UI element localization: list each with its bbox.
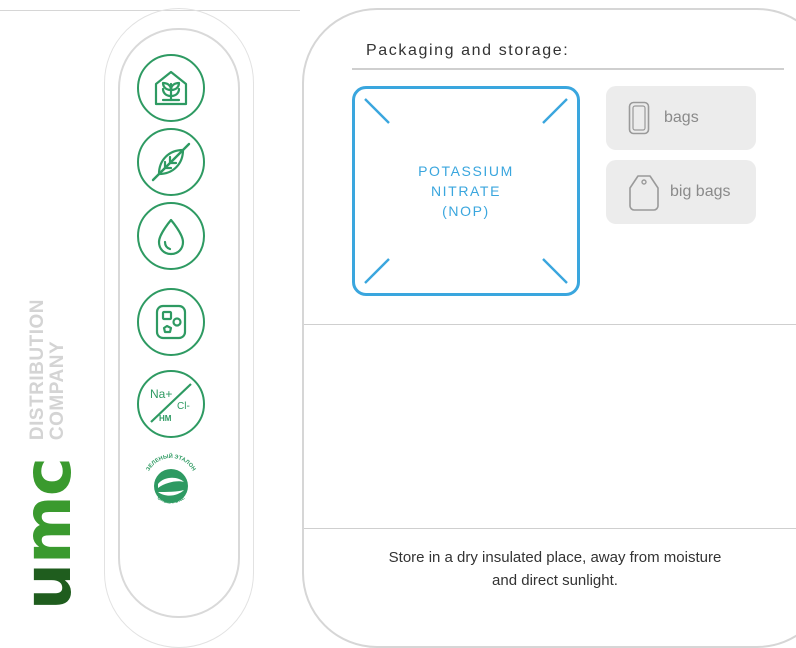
corner-arrow-icon	[542, 98, 568, 124]
bags-option-button[interactable]: bags	[606, 86, 756, 150]
big-bags-label: big bags	[670, 183, 731, 200]
greenhouse-plant-icon	[137, 54, 205, 122]
brand-line-company: COMPANY	[47, 340, 68, 441]
nacl-hm-label: HM	[159, 414, 172, 423]
bottom-divider	[304, 528, 796, 529]
storage-note-line: Store in a dry insulated place, away fro…	[388, 549, 722, 566]
product-name: POTASSIUM NITRATE (NOP)	[355, 161, 577, 221]
product-name-line: NITRATE	[430, 183, 502, 199]
nacl-cl-label: Cl-	[177, 401, 190, 412]
product-card[interactable]: POTASSIUM NITRATE (NOP)	[352, 86, 580, 296]
brand-logo-mc: mc	[9, 458, 86, 564]
storage-note: Store in a dry insulated place, away fro…	[330, 546, 780, 592]
title-divider	[352, 68, 784, 70]
nacl-na-label: Na+	[150, 387, 172, 401]
brand-block: u mc DISTRIBUTION COMPANY	[8, 270, 108, 610]
product-name-line: (NOP)	[442, 203, 490, 219]
green-standard-icon: ЗЕЛЕНЫЙ ЭТАЛОН GREEN ONE	[136, 448, 206, 518]
corner-arrow-icon	[542, 258, 568, 284]
brand-line-distribution: DISTRIBUTION	[27, 298, 48, 441]
big-bags-option-button[interactable]: big bags	[606, 160, 756, 224]
big-bag-icon	[629, 175, 659, 211]
packaging-title: Packaging and storage:	[366, 42, 570, 59]
bags-label: bags	[664, 109, 699, 126]
product-name-line: POTASSIUM	[418, 163, 514, 179]
water-drop-icon	[137, 202, 205, 270]
middle-divider	[304, 324, 796, 325]
no-leaf-icon	[137, 128, 205, 196]
top-divider	[0, 10, 300, 11]
corner-arrow-icon	[364, 98, 390, 124]
bag-icon	[628, 101, 650, 135]
corner-arrow-icon	[364, 258, 390, 284]
nacl-icon: Na+ Cl- HM	[137, 370, 205, 438]
storage-note-line: and direct sunlight.	[492, 572, 618, 589]
brand-logo-u: u	[9, 564, 86, 610]
granules-icon	[137, 288, 205, 356]
brand-logo: u mc	[9, 458, 86, 610]
